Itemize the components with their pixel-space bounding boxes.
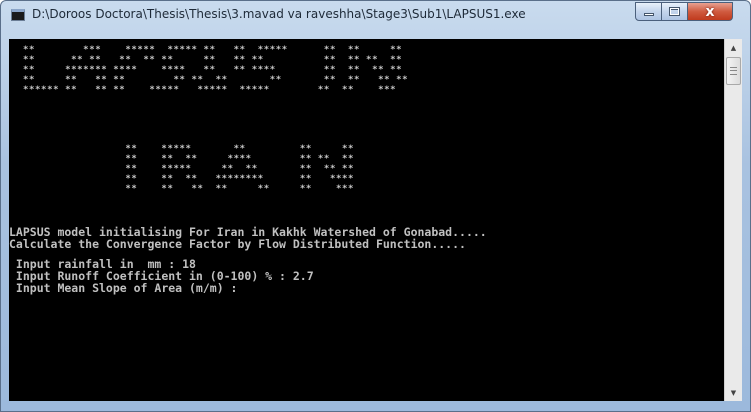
maximize-button[interactable]	[661, 2, 688, 21]
scroll-up-button[interactable]: ▲	[725, 39, 742, 56]
console-line: Calculate the Convergence Factor by Flow…	[9, 237, 466, 251]
vertical-scrollbar[interactable]: ▲ ▼	[724, 39, 742, 401]
scrollbar-thumb[interactable]	[726, 57, 741, 85]
minimize-button[interactable]	[635, 2, 662, 21]
console-window: D:\Doroos Doctora\Thesis\Thesis\3.mavad …	[0, 0, 751, 412]
ascii-banner-lapsus: ** *** ***** ***** ** ** ***** ** ** ** …	[23, 45, 409, 95]
minimize-icon	[643, 13, 654, 16]
ascii-banner-iran: ** ***** ** ** ** ** ** ** **** ** ** **…	[125, 144, 355, 194]
close-icon: x	[705, 3, 715, 20]
close-button[interactable]: x	[687, 2, 733, 21]
title-bar[interactable]: D:\Doroos Doctora\Thesis\Thesis\3.mavad …	[1, 1, 750, 31]
console-app-icon[interactable]	[11, 9, 25, 21]
scroll-down-button[interactable]: ▼	[725, 384, 742, 401]
grip-icon	[730, 67, 737, 75]
console-line: Input Mean Slope of Area (m/m) :	[9, 281, 238, 295]
console-output[interactable]: ** *** ***** ***** ** ** ***** ** ** ** …	[9, 39, 724, 401]
scroll-down-arrow-icon: ▼	[730, 388, 737, 397]
scroll-up-arrow-icon: ▲	[730, 43, 737, 52]
maximize-icon	[669, 7, 680, 16]
window-title: D:\Doroos Doctora\Thesis\Thesis\3.mavad …	[32, 7, 526, 21]
